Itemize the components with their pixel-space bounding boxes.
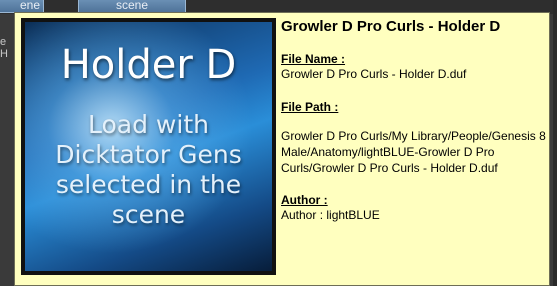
file-path-label: File Path : xyxy=(281,100,339,114)
asset-title: Growler D Pro Curls - Holder D xyxy=(281,18,501,35)
asset-tooltip: Holder D Load with Dicktator Gens select… xyxy=(14,12,550,286)
thumbnail-image: Holder D Load with Dicktator Gens select… xyxy=(25,22,272,271)
background-panel-edge xyxy=(553,0,557,286)
asset-info: Growler D Pro Curls - Holder D File Name… xyxy=(281,18,546,223)
file-name-label: File Name : xyxy=(281,52,346,66)
background-panel-text: e H xyxy=(0,36,8,60)
thumbnail-description: Load with Dicktator Gens selected in the… xyxy=(55,110,242,229)
thumbnail-title: Holder D xyxy=(60,42,237,88)
author-value: Author : lightBLUE xyxy=(281,208,380,222)
file-path-value: Growler D Pro Curls/My Library/People/Ge… xyxy=(281,129,546,175)
file-name-value: Growler D Pro Curls - Holder D.duf xyxy=(281,67,467,81)
asset-thumbnail: Holder D Load with Dicktator Gens select… xyxy=(21,18,276,275)
author-label: Author : xyxy=(281,193,328,207)
